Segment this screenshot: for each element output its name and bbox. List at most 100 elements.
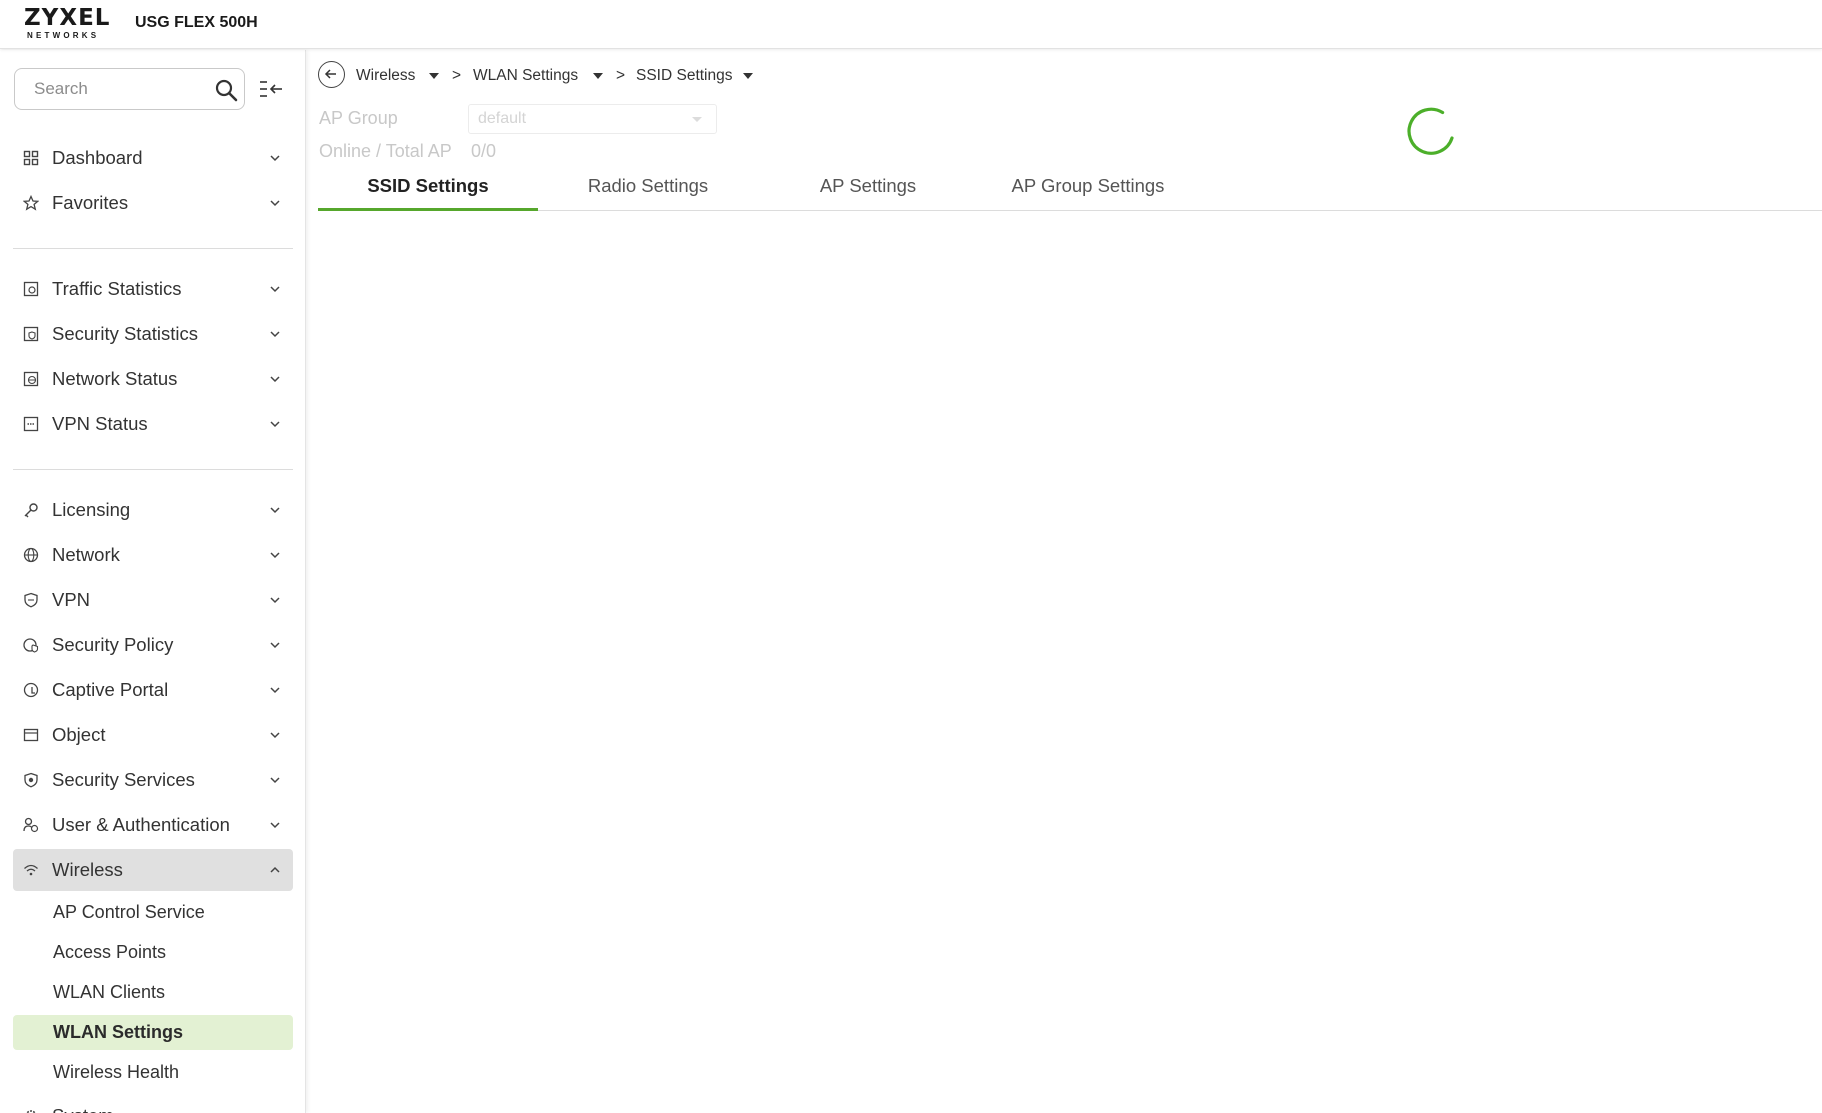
nav-network[interactable]: Network	[13, 534, 293, 576]
ap-group-select[interactable]: default	[468, 104, 717, 134]
nav-dashboard[interactable]: Dashboard	[13, 137, 293, 179]
search-box	[14, 68, 245, 110]
chevron-down-icon	[270, 421, 280, 428]
nav-label: Captive Portal	[52, 679, 169, 700]
chevron-down-icon	[270, 155, 280, 162]
caret-down-icon[interactable]	[593, 73, 603, 79]
chevron-down-icon	[270, 777, 280, 784]
online-total-ap-value: 0/0	[471, 141, 497, 161]
arrow-left-icon	[324, 69, 336, 79]
collapse-sidebar-icon[interactable]	[258, 78, 284, 100]
subnav-ap-control-service[interactable]: AP Control Service	[13, 895, 293, 930]
nav-favorites[interactable]: Favorites	[13, 182, 293, 224]
breadcrumb-wlan-settings[interactable]: WLAN Settings	[473, 67, 578, 85]
online-total-ap-label: Online / Total AP	[319, 141, 452, 161]
tab-label: Radio Settings	[587, 175, 709, 196]
subnav-access-points[interactable]: Access Points	[13, 935, 293, 970]
caret-down-icon[interactable]	[429, 73, 439, 79]
security-policy-icon	[23, 638, 39, 653]
chevron-up-icon	[270, 866, 280, 873]
nav-security-services[interactable]: Security Services	[13, 759, 293, 801]
back-button[interactable]	[318, 61, 345, 88]
subnav-label: Access Points	[53, 942, 167, 962]
shield-icon	[24, 592, 38, 608]
tab-ssid-settings[interactable]: SSID Settings	[318, 170, 538, 211]
nav-vpn[interactable]: VPN	[13, 579, 293, 621]
nav-user-authentication[interactable]: User & Authentication	[13, 804, 293, 846]
nav-security-statistics[interactable]: Security Statistics	[13, 313, 293, 355]
chevron-down-icon	[270, 286, 280, 293]
chevron-down-icon	[270, 822, 280, 829]
security-services-icon	[24, 772, 38, 788]
wifi-icon	[24, 864, 38, 876]
nav-label: Security Statistics	[52, 323, 198, 344]
loading-spinner-icon	[1407, 107, 1454, 155]
caret-down-icon[interactable]	[743, 73, 753, 79]
nav-label: System	[52, 1105, 114, 1113]
tab-label: SSID Settings	[367, 175, 489, 196]
chevron-down-icon	[270, 331, 280, 338]
nav-label: Traffic Statistics	[52, 278, 182, 299]
traffic-statistics-icon	[23, 281, 39, 297]
nav-label: VPN Status	[52, 413, 148, 434]
top-bar: ZYXEL NETWORKS USG FLEX 500H	[0, 0, 1822, 49]
tab-ap-settings[interactable]: AP Settings	[758, 170, 978, 211]
chevron-down-icon	[270, 687, 280, 694]
sidebar-divider	[13, 469, 293, 470]
captive-portal-icon	[23, 682, 39, 698]
key-icon	[24, 503, 38, 518]
chevron-down-icon	[270, 552, 280, 559]
nav-label: Wireless	[52, 859, 123, 880]
security-statistics-icon	[23, 326, 39, 342]
dashboard-icon	[23, 150, 39, 166]
breadcrumb-ssid-settings[interactable]: SSID Settings	[636, 67, 733, 85]
users-icon	[23, 817, 39, 833]
nav-wireless[interactable]: Wireless	[13, 849, 293, 891]
network-status-icon	[23, 371, 39, 387]
subnav-wlan-clients[interactable]: WLAN Clients	[13, 975, 293, 1010]
breadcrumb-separator: >	[616, 67, 626, 84]
tab-label: AP Settings	[819, 175, 917, 196]
nav-licensing[interactable]: Licensing	[13, 489, 293, 531]
zyxel-logo[interactable]: ZYXEL NETWORKS	[24, 5, 116, 43]
subnav-wireless-health[interactable]: Wireless Health	[13, 1055, 293, 1090]
nav-label: Dashboard	[52, 147, 143, 168]
subnav-label: WLAN Settings	[53, 1022, 183, 1042]
nav-system[interactable]: System	[13, 1095, 293, 1113]
gear-icon	[26, 1110, 36, 1113]
search-input[interactable]	[16, 70, 206, 108]
chevron-down-icon	[270, 200, 280, 207]
vpn-status-icon	[23, 416, 39, 432]
subnav-wlan-settings[interactable]: WLAN Settings	[13, 1015, 293, 1050]
sidebar: Dashboard Favorites Traffic Statistics S…	[0, 50, 306, 1113]
nav-label: Object	[52, 724, 106, 745]
nav-label: User & Authentication	[52, 814, 230, 835]
object-icon	[23, 728, 39, 742]
nav-security-policy[interactable]: Security Policy	[13, 624, 293, 666]
search-icon[interactable]	[214, 78, 238, 102]
nav-label: Security Services	[52, 769, 195, 790]
nav-traffic-statistics[interactable]: Traffic Statistics	[13, 268, 293, 310]
nav-object[interactable]: Object	[13, 714, 293, 756]
tab-radio-settings[interactable]: Radio Settings	[538, 170, 758, 211]
globe-icon	[23, 547, 39, 563]
tab-ap-group-settings[interactable]: AP Group Settings	[978, 170, 1198, 211]
chevron-down-icon	[270, 376, 280, 383]
ap-group-label: AP Group	[319, 108, 398, 128]
nav-label: Security Policy	[52, 634, 174, 655]
nav-label: VPN	[52, 589, 91, 610]
chevron-down-icon	[270, 732, 280, 739]
chevron-down-icon	[270, 507, 280, 514]
subnav-label: Wireless Health	[53, 1062, 180, 1082]
tab-label: AP Group Settings	[1011, 175, 1165, 196]
subnav-label: AP Control Service	[53, 902, 205, 922]
breadcrumb-wireless[interactable]: Wireless	[356, 67, 415, 85]
nav-label: Network Status	[52, 368, 178, 389]
nav-label: Network	[52, 544, 120, 565]
nav-captive-portal[interactable]: Captive Portal	[13, 669, 293, 711]
nav-label: Favorites	[52, 192, 129, 213]
nav-vpn-status[interactable]: VPN Status	[13, 403, 293, 445]
nav-network-status[interactable]: Network Status	[13, 358, 293, 400]
logo-sub-text: NETWORKS	[27, 31, 100, 40]
subnav-label: WLAN Clients	[53, 982, 166, 1002]
